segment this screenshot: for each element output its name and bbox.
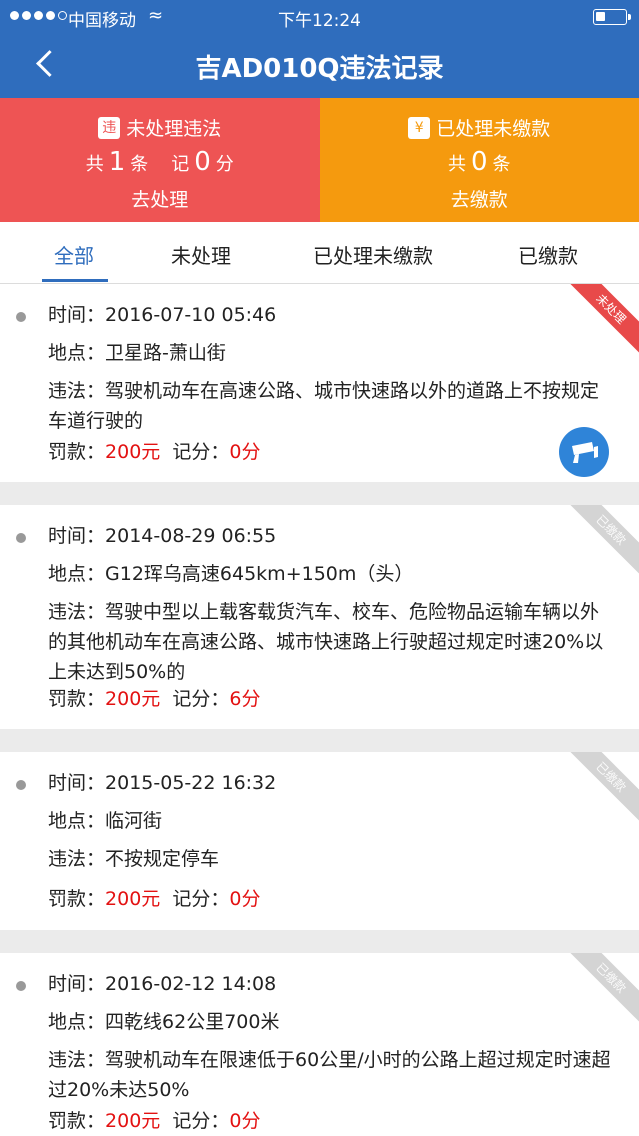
unpaid-count: 0	[470, 147, 488, 177]
camera-icon[interactable]	[559, 427, 609, 477]
violation-badge-icon: 违	[98, 116, 121, 139]
unprocessed-counts: 共1条 记0分	[85, 147, 234, 177]
record-place: 地点：卫星路-萧山街	[48, 342, 226, 364]
unprocessed-title: 未处理违法	[126, 118, 222, 140]
violation-record[interactable]: 已缴款 时间：2015-05-22 16:32 地点：临河街 违法：不按规定停车…	[0, 752, 639, 930]
record-violation: 违法：不按规定停车	[48, 848, 220, 870]
timeline-dot	[16, 981, 26, 991]
top-bar: 中国移动 ≈ 下午12:24 吉AD010Q违法记录	[0, 0, 639, 98]
record-penalty: 罚款：200元 记分：0分	[48, 888, 261, 910]
record-time: 时间：2014-08-29 06:55	[48, 525, 277, 547]
go-process-button[interactable]: 去处理	[0, 185, 320, 212]
record-violation: 违法：驾驶机动车在限速低于60公里/小时的公路上超过规定时速超过20%未达50%	[48, 1049, 611, 1101]
tab-paid[interactable]: 已缴款	[518, 240, 578, 269]
record-time: 时间：2016-02-12 14:08	[48, 973, 277, 995]
status-ribbon: 已缴款	[559, 505, 639, 582]
fine-amount: 200元	[105, 888, 161, 910]
violation-record[interactable]: 已缴款 时间：2016-02-12 14:08 地点：四乾线62公里700米 违…	[0, 953, 639, 1136]
battery-icon	[593, 9, 631, 25]
tab-unprocessed[interactable]: 未处理	[171, 240, 231, 269]
fine-amount: 200元	[105, 441, 161, 463]
status-ribbon: 已缴款	[559, 752, 639, 829]
fine-amount: 200元	[105, 1110, 161, 1132]
status-bar: 中国移动 ≈ 下午12:24	[0, 0, 639, 34]
status-ribbon: 未处理	[559, 284, 639, 361]
record-place: 地点：四乾线62公里700米	[48, 1011, 280, 1033]
unprocessed-summary[interactable]: 违 未处理违法 共1条 记0分 去处理	[0, 98, 320, 222]
filter-tabs: 全部 未处理 已处理未缴款 已缴款	[0, 222, 639, 284]
points-amount: 0分	[229, 888, 261, 910]
record-violation: 违法：驾驶中型以上载客载货汽车、校车、危险物品运输车辆以外的其他机动车在高速公路…	[48, 601, 604, 683]
record-time: 时间：2016-07-10 05:46	[48, 304, 277, 326]
violation-record[interactable]: 未处理 时间：2016-07-10 05:46 地点：卫星路-萧山街 违法：驾驶…	[0, 284, 639, 482]
timeline-dot	[16, 312, 26, 322]
timeline-dot	[16, 780, 26, 790]
tab-processed-unpaid[interactable]: 已处理未缴款	[313, 240, 433, 269]
go-pay-button[interactable]: 去缴款	[320, 185, 639, 212]
record-penalty: 罚款：200元 记分：0分	[48, 441, 261, 463]
record-place: 地点：G12珲乌高速645km+150m（头）	[48, 563, 414, 585]
unpaid-counts: 共0条	[447, 147, 511, 177]
unprocessed-points: 0	[194, 147, 211, 177]
record-violation: 违法：驾驶机动车在高速公路、城市快速路以外的道路上不按规定车道行驶的	[48, 380, 600, 432]
points-amount: 0分	[229, 441, 261, 463]
points-amount: 0分	[229, 1110, 261, 1132]
page-title: 吉AD010Q违法记录	[195, 54, 444, 84]
unpaid-title: 已处理未缴款	[436, 118, 551, 140]
summary-panel: 违 未处理违法 共1条 记0分 去处理 ¥ 已处理未缴款 共0条 去缴款	[0, 98, 639, 222]
record-place: 地点：临河街	[48, 810, 163, 832]
status-ribbon: 已缴款	[559, 953, 639, 1030]
unprocessed-count: 1	[108, 147, 126, 177]
yen-badge-icon: ¥	[408, 116, 431, 139]
points-amount: 6分	[229, 688, 261, 710]
unpaid-summary[interactable]: ¥ 已处理未缴款 共0条 去缴款	[319, 98, 639, 222]
violation-record[interactable]: 已缴款 时间：2014-08-29 06:55 地点：G12珲乌高速645km+…	[0, 505, 639, 729]
record-penalty: 罚款：200元 记分：0分	[48, 1110, 261, 1132]
status-time: 下午12:24	[278, 11, 361, 31]
record-time: 时间：2015-05-22 16:32	[48, 772, 277, 794]
record-penalty: 罚款：200元 记分：6分	[48, 688, 261, 710]
timeline-dot	[16, 533, 26, 543]
tab-all[interactable]: 全部	[54, 240, 94, 269]
active-tab-indicator	[42, 279, 108, 282]
fine-amount: 200元	[105, 688, 161, 710]
